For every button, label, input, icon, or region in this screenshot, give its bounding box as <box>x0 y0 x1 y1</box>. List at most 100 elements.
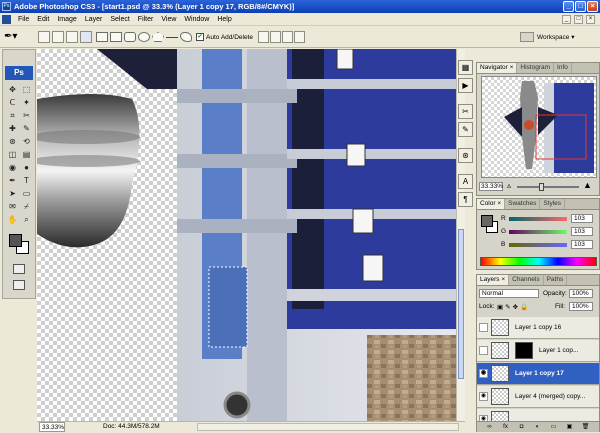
menu-edit[interactable]: Edit <box>33 13 53 26</box>
zoom-icon[interactable]: ⌕ <box>21 214 32 225</box>
visibility-eye-icon[interactable]: ◉ <box>479 392 488 401</box>
layer-row[interactable]: ◉ Layer 1 copy 17 <box>477 363 599 385</box>
exclude-path-button[interactable] <box>294 31 305 43</box>
rectangle-icon[interactable] <box>110 32 122 42</box>
layer-row[interactable]: ◉ Layer 4 (merged) copy... <box>477 386 599 408</box>
pen-button[interactable] <box>80 31 92 43</box>
intersect-path-button[interactable] <box>282 31 293 43</box>
horizontal-scrollbar[interactable] <box>197 423 459 431</box>
eraser-icon[interactable]: ◫ <box>7 149 18 160</box>
workspace-icon[interactable] <box>520 32 534 42</box>
new-layer-icon[interactable]: ▣ <box>565 423 574 431</box>
quick-mask-button[interactable] <box>13 264 25 274</box>
blue-slider[interactable] <box>509 243 567 247</box>
tab-paths[interactable]: Paths <box>544 275 568 285</box>
brushes-icon[interactable]: ✎ <box>458 122 473 137</box>
hand-icon[interactable]: ✋ <box>7 214 18 225</box>
fill-pixels-button[interactable] <box>66 31 78 43</box>
menu-window[interactable]: Window <box>180 13 213 26</box>
workspace-label[interactable]: Workspace ▾ <box>537 33 574 41</box>
shape-layers-button[interactable] <box>38 31 50 43</box>
foreground-color-swatch[interactable] <box>9 234 22 247</box>
lock-icons[interactable]: ▣✎✥🔒 <box>497 303 530 311</box>
shape-icon[interactable]: ▭ <box>21 188 32 199</box>
blend-mode-select[interactable]: Normal <box>479 289 539 298</box>
menu-image[interactable]: Image <box>53 13 80 26</box>
visibility-eye-icon[interactable] <box>479 323 488 332</box>
auto-add-delete[interactable]: ✔ Auto Add/Delete <box>196 32 253 42</box>
fx-icon[interactable]: fx <box>501 423 510 431</box>
zoom-in-icon[interactable]: ▲ <box>583 180 592 190</box>
crop-icon[interactable]: ⌗ <box>7 110 18 121</box>
tab-channels[interactable]: Channels <box>509 275 544 285</box>
magic-wand-icon[interactable]: ✦ <box>21 97 32 108</box>
gradient-icon[interactable]: ▤ <box>21 149 32 160</box>
paths-button[interactable] <box>52 31 64 43</box>
green-value[interactable]: 103 <box>571 227 593 236</box>
tab-navigator[interactable]: Navigator × <box>477 63 518 73</box>
eyedropper-icon[interactable]: ⌿ <box>21 201 32 212</box>
tab-color[interactable]: Color × <box>477 199 506 209</box>
zoom-field[interactable]: 33.33% <box>39 422 65 432</box>
actions-icon[interactable]: ▶ <box>458 78 473 93</box>
zoom-out-icon[interactable]: ▵ <box>507 181 511 190</box>
healing-icon[interactable]: ✚ <box>7 123 18 134</box>
doc-close-button[interactable]: × <box>586 15 595 24</box>
dodge-icon[interactable]: ● <box>21 162 32 173</box>
visibility-eye-icon[interactable]: ◉ <box>479 369 488 378</box>
document-canvas[interactable] <box>37 49 456 421</box>
trash-icon[interactable]: 🗑 <box>581 423 590 431</box>
visibility-eye-icon[interactable] <box>479 346 488 355</box>
move-icon[interactable]: ✥ <box>7 84 18 95</box>
minimize-button[interactable]: _ <box>563 1 574 12</box>
navigator-preview[interactable] <box>481 76 597 178</box>
tab-histogram[interactable]: Histogram <box>517 63 555 73</box>
lasso-icon[interactable]: ᑕ <box>7 97 18 108</box>
slice-icon[interactable]: ✂ <box>21 110 32 121</box>
auto-add-checkbox[interactable]: ✔ <box>196 33 204 41</box>
polygon-icon[interactable] <box>152 32 164 42</box>
layer-row[interactable]: Layer 1 cop... <box>477 340 599 362</box>
red-slider[interactable] <box>509 217 567 221</box>
pen-tool-preset-icon[interactable]: ✒▾ <box>4 31 30 43</box>
selection-marquee[interactable] <box>208 266 248 348</box>
navigator-zoom-field[interactable]: 33.33% <box>479 182 503 191</box>
green-slider[interactable] <box>509 230 567 234</box>
group-icon[interactable]: ▭ <box>549 423 558 431</box>
tab-info[interactable]: Info <box>554 63 572 73</box>
doc-size[interactable]: Doc: 44.3M/578.2M <box>103 422 160 432</box>
maximize-button[interactable]: □ <box>575 1 586 12</box>
tab-layers[interactable]: Layers × <box>477 275 510 285</box>
opacity-field[interactable]: 100% <box>569 289 593 298</box>
tab-swatches[interactable]: Swatches <box>505 199 541 209</box>
blue-value[interactable]: 103 <box>571 240 593 249</box>
subtract-path-button[interactable] <box>270 31 281 43</box>
blur-icon[interactable]: ◉ <box>7 162 18 173</box>
history-icon[interactable]: ▦ <box>458 60 473 75</box>
menu-view[interactable]: View <box>157 13 180 26</box>
menu-help[interactable]: Help <box>213 13 235 26</box>
red-value[interactable]: 103 <box>571 214 593 223</box>
workspace-menu[interactable]: Workspace ▾ <box>520 31 574 43</box>
document-icon[interactable] <box>2 15 11 24</box>
pen-icon[interactable]: ✒ <box>7 175 18 186</box>
tool-presets-icon[interactable]: ✂ <box>458 104 473 119</box>
mask-icon[interactable]: ◘ <box>517 423 526 431</box>
color-foreground-swatch[interactable] <box>481 215 493 227</box>
link-icon[interactable]: ∞ <box>485 423 494 431</box>
doc-restore-button[interactable]: □ <box>574 15 583 24</box>
menu-filter[interactable]: Filter <box>134 13 158 26</box>
zoom-slider-knob[interactable] <box>539 183 544 191</box>
layer-mask-thumbnail[interactable] <box>515 342 533 359</box>
custom-shape-icon[interactable] <box>180 32 192 42</box>
menu-file[interactable]: File <box>14 13 33 26</box>
type-icon[interactable]: T <box>21 175 32 186</box>
close-button[interactable]: × <box>587 1 598 12</box>
brush-icon[interactable]: ✎ <box>21 123 32 134</box>
ellipse-icon[interactable] <box>138 32 150 42</box>
freeform-pen-icon[interactable] <box>96 32 108 42</box>
path-select-icon[interactable]: ➤ <box>7 188 18 199</box>
tab-styles[interactable]: Styles <box>540 199 566 209</box>
fill-field[interactable]: 100% <box>569 302 593 311</box>
clone-source-icon[interactable]: ⊛ <box>458 148 473 163</box>
